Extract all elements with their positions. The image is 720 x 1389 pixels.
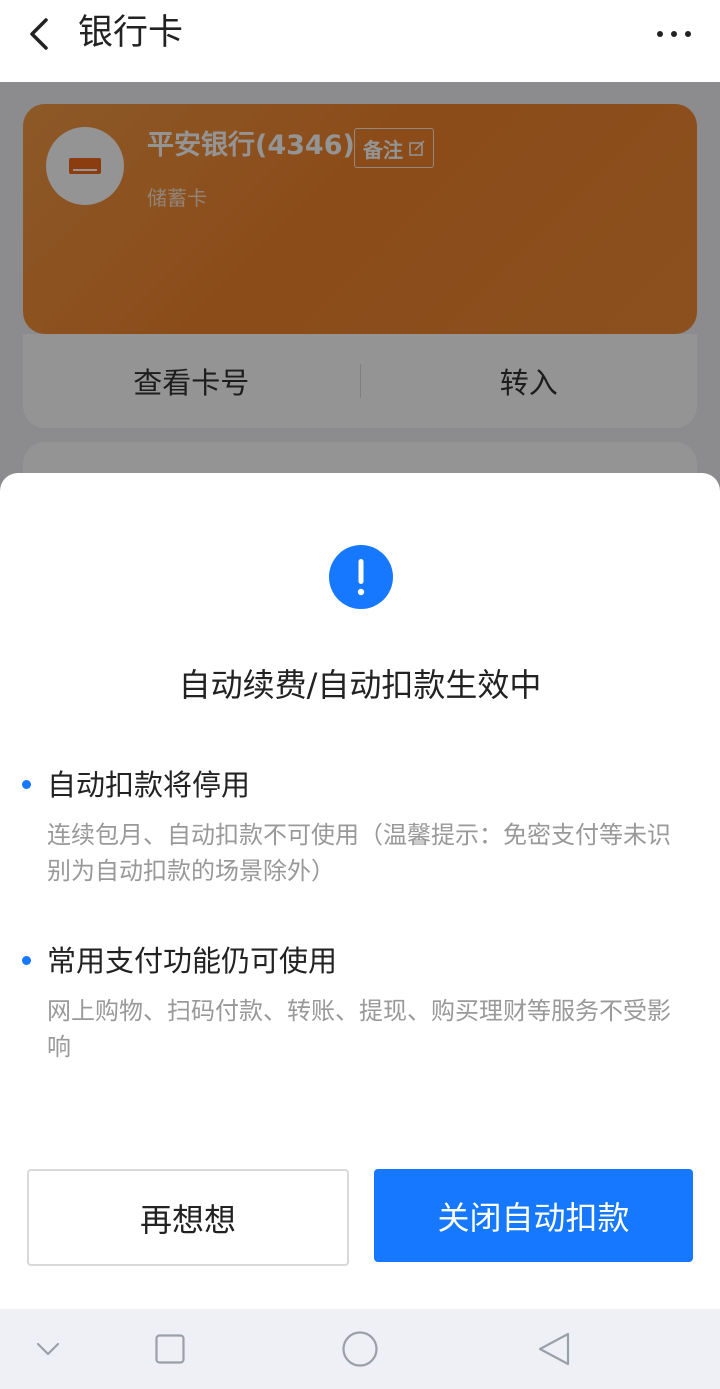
exclamation-icon bbox=[329, 545, 393, 609]
system-nav-bar bbox=[0, 1309, 720, 1389]
bullet-dot bbox=[22, 780, 31, 789]
app-header: 银行卡 bbox=[0, 0, 720, 82]
home-circle-icon bbox=[342, 1331, 378, 1367]
recent-apps-square-icon bbox=[155, 1334, 185, 1364]
back-nav-button[interactable] bbox=[537, 1331, 571, 1367]
collapse-down-icon bbox=[36, 1342, 60, 1356]
info-point-desc: 连续包月、自动扣款不可使用（温馨提示：免密支付等未识别为自动扣款的场景除外） bbox=[47, 821, 671, 885]
cancel-button[interactable]: 再想想 bbox=[27, 1169, 349, 1266]
info-point-title: 自动扣款将停用 bbox=[47, 768, 251, 802]
close-auto-debit-button[interactable]: 关闭自动扣款 bbox=[374, 1169, 693, 1262]
more-button[interactable] bbox=[656, 20, 692, 48]
page-title: 银行卡 bbox=[78, 13, 184, 53]
dialog-title: 自动续费/自动扣款生效中 bbox=[178, 666, 542, 704]
more-dots-icon bbox=[657, 31, 691, 37]
back-triangle-icon bbox=[538, 1332, 570, 1366]
collapse-down-button[interactable] bbox=[34, 1339, 62, 1359]
back-button[interactable] bbox=[22, 14, 62, 54]
recent-apps-button[interactable] bbox=[155, 1334, 185, 1364]
home-button[interactable] bbox=[341, 1330, 379, 1368]
info-point-desc: 网上购物、扫码付款、转账、提现、购买理财等服务不受影响 bbox=[47, 997, 671, 1061]
info-point-title: 常用支付功能仍可使用 bbox=[47, 944, 338, 978]
auto-debit-dialog: 自动续费/自动扣款生效中 自动扣款将停用 连续包月、自动扣款不可使用（温馨提示：… bbox=[0, 473, 720, 1309]
bullet-dot bbox=[22, 956, 31, 965]
chevron-left-icon bbox=[30, 18, 48, 50]
